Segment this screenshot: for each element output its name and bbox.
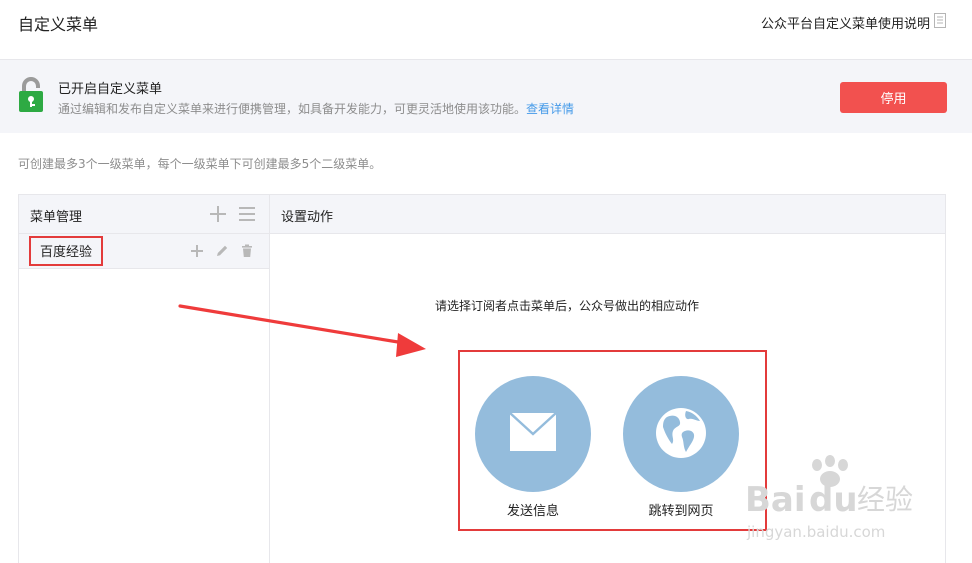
- action-settings-header: 设置动作: [270, 195, 945, 234]
- edit-pencil-icon[interactable]: [215, 244, 229, 258]
- document-icon[interactable]: [934, 13, 946, 28]
- send-message-label: 发送信息: [506, 504, 559, 519]
- status-title: 已开启自定义菜单: [58, 82, 163, 97]
- page-title: 自定义菜单: [18, 15, 99, 34]
- send-message-action[interactable]: 发送信息: [475, 376, 591, 519]
- menu-management-column: 菜单管理 百度经验: [19, 195, 270, 563]
- disable-button[interactable]: 停用: [840, 82, 947, 113]
- watermark-product: 经验: [857, 483, 913, 516]
- jump-to-webpage-circle[interactable]: [623, 376, 739, 492]
- menu-item-label[interactable]: 百度经验: [29, 236, 104, 266]
- jump-to-webpage-label: 跳转到网页: [648, 504, 714, 519]
- watermark-url: jingyan.baidu.com: [746, 523, 885, 541]
- add-submenu-icon[interactable]: [190, 244, 204, 258]
- send-message-circle[interactable]: [475, 376, 591, 492]
- baidu-watermark: Bai du 经验 jingyan.baidu.com: [745, 455, 913, 541]
- jump-to-webpage-action[interactable]: 跳转到网页: [623, 376, 739, 519]
- help-link[interactable]: 公众平台自定义菜单使用说明: [761, 13, 930, 32]
- unlock-icon: [19, 77, 43, 112]
- menu-item[interactable]: 百度经验: [19, 234, 269, 269]
- globe-icon: [656, 408, 706, 458]
- watermark-brand-suffix: du: [809, 480, 858, 520]
- add-menu-icon[interactable]: [209, 205, 227, 223]
- status-description: 通过编辑和发布自定义菜单来进行便携管理，如具备开发能力，可更灵活地使用该功能。查…: [58, 100, 574, 117]
- action-settings-title: 设置动作: [281, 210, 334, 225]
- details-link[interactable]: 查看详情: [526, 102, 574, 116]
- page-header: 自定义菜单 公众平台自定义菜单使用说明: [0, 0, 972, 58]
- action-prompt: 请选择订阅者点击菜单后，公众号做出的相应动作: [435, 299, 700, 313]
- envelope-icon: [509, 412, 557, 451]
- menu-management-header: 菜单管理: [19, 195, 269, 234]
- watermark-brand: Bai: [745, 480, 806, 520]
- menu-limit-note: 可创建最多3个一级菜单，每个一级菜单下可创建最多5个二级菜单。: [18, 157, 382, 171]
- trash-icon[interactable]: [240, 244, 254, 258]
- status-description-text: 通过编辑和发布自定义菜单来进行便携管理，如具备开发能力，可更灵活地使用该功能。: [58, 102, 527, 116]
- menu-management-title: 菜单管理: [30, 210, 83, 225]
- status-banner: 已开启自定义菜单 通过编辑和发布自定义菜单来进行便携管理，如具备开发能力，可更灵…: [0, 59, 972, 133]
- sort-menu-icon[interactable]: [238, 205, 256, 223]
